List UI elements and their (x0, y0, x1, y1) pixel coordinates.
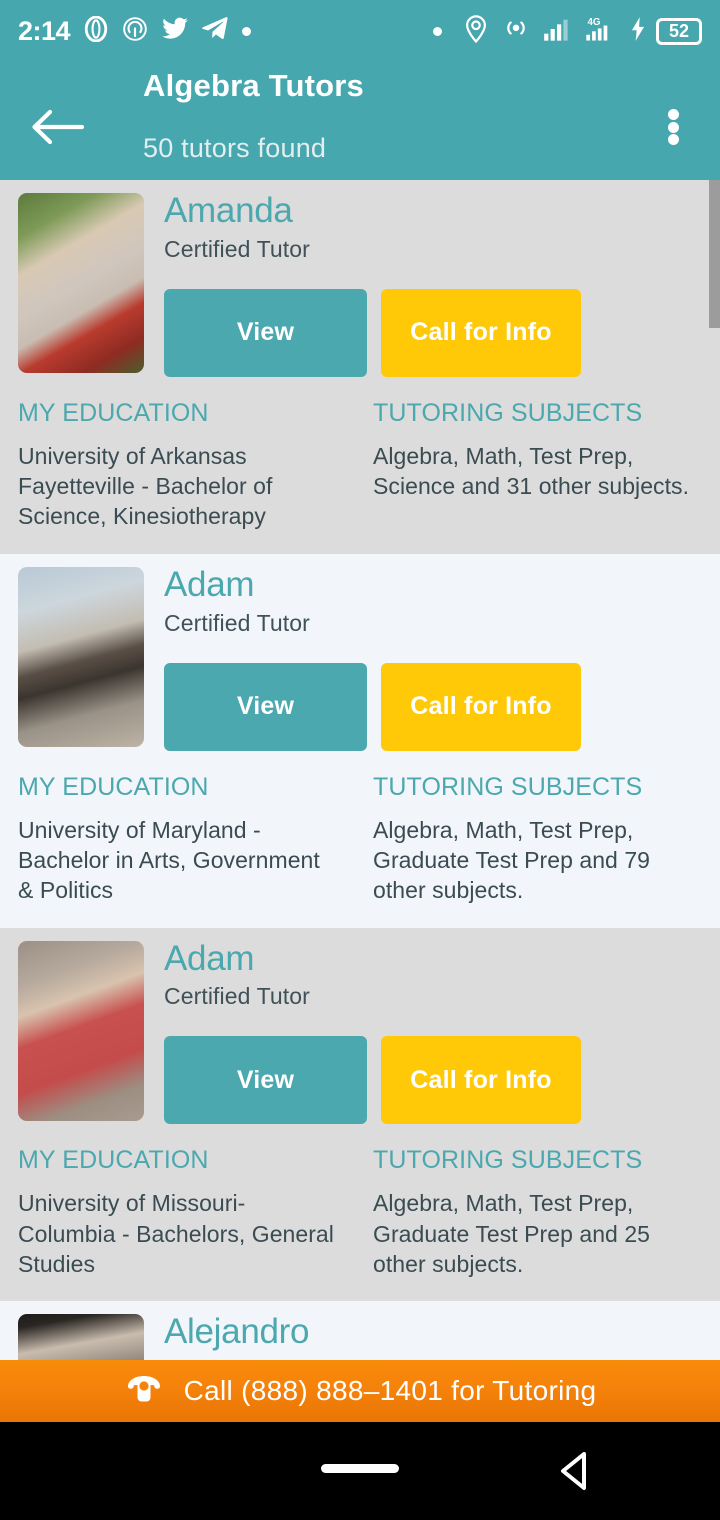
tutor-avatar (18, 1314, 144, 1360)
opera-icon (83, 15, 109, 47)
telegram-icon (202, 16, 229, 46)
call-for-info-button[interactable]: Call for Info (381, 662, 581, 751)
tutor-actions: View Call for Info (164, 263, 702, 377)
tutor-card[interactable]: Adam Certified Tutor View Call for Info … (0, 927, 720, 1302)
tutor-role: Certified Tutor (164, 983, 310, 1010)
tutor-name: Adam (164, 564, 255, 604)
education-column: MY EDUCATION University of Missouri-Colu… (18, 1146, 353, 1279)
subjects-heading: TUTORING SUBJECTS (373, 1146, 643, 1175)
tutor-card-header: Amanda Certified Tutor View Call for Inf… (0, 191, 720, 377)
twitter-icon (161, 17, 189, 46)
system-nav-bar (0, 1422, 720, 1520)
subjects-text: Algebra, Math, Test Prep, Science and 31… (373, 442, 690, 500)
more-vertical-icon-dot (667, 121, 679, 133)
subjects-column: TUTORING SUBJECTS Algebra, Math, Test Pr… (353, 1146, 702, 1279)
education-column: MY EDUCATION University of Arkansas Faye… (18, 399, 353, 532)
broadcast-icon (122, 16, 148, 47)
tutor-card-details: MY EDUCATION University of Arkansas Faye… (0, 377, 720, 554)
tutor-actions: View Call for Info (164, 1010, 702, 1125)
notification-dot-icon (242, 26, 252, 36)
subjects-heading: TUTORING SUBJECTS (373, 772, 643, 801)
tutor-avatar (18, 193, 144, 373)
tutor-card[interactable]: Amanda Certified Tutor View Call for Inf… (0, 180, 720, 554)
results-count: 50 tutors found (143, 133, 327, 163)
signal-4g-icon: 4G (584, 15, 614, 48)
app-bar-titles: Algebra Tutors 50 tutors found (143, 62, 364, 162)
location-pin-icon (463, 14, 489, 48)
svg-text:4G: 4G (587, 16, 600, 27)
tutor-card-header: Alejandro Certified Tutor View Call for … (0, 1314, 720, 1360)
tutor-card-details: MY EDUCATION University of Missouri-Colu… (0, 1124, 720, 1301)
status-dot-icon (433, 26, 442, 36)
tutor-avatar (18, 940, 144, 1121)
status-bar: 2:14 4G 52 (0, 0, 720, 62)
scrollbar-thumb[interactable] (709, 180, 720, 328)
tutor-actions: View Call for Info (164, 637, 702, 751)
status-bar-left: 2:14 (18, 15, 252, 47)
tutor-avatar (18, 566, 144, 747)
nav-back-triangle-icon[interactable] (552, 1448, 600, 1499)
subjects-text: Algebra, Math, Test Prep, Graduate Test … (373, 816, 651, 904)
back-button[interactable] (30, 106, 86, 148)
education-heading: MY EDUCATION (18, 1146, 209, 1175)
subjects-heading: TUTORING SUBJECTS (373, 398, 643, 427)
battery-level: 52 (668, 20, 690, 41)
charging-bolt-icon (627, 16, 649, 47)
tutor-name: Alejandro (164, 1312, 310, 1352)
tutor-card[interactable]: Adam Certified Tutor View Call for Info … (0, 553, 720, 928)
tutor-name: Amanda (164, 191, 293, 230)
education-heading: MY EDUCATION (18, 772, 209, 801)
subjects-text: Algebra, Math, Test Prep, Graduate Test … (373, 1190, 651, 1278)
tutor-info: Adam Certified Tutor View Call for Info (144, 564, 702, 751)
status-time: 2:14 (18, 15, 71, 46)
education-heading: MY EDUCATION (18, 398, 209, 427)
tutor-role: Certified Tutor (164, 1351, 702, 1360)
call-bar-text: Call (888) 888–1401 for Tutoring (183, 1375, 597, 1406)
call-for-info-button[interactable]: Call for Info (381, 288, 581, 377)
tutor-card-header: Adam Certified Tutor View Call for Info (0, 564, 720, 751)
tutor-info: Alejandro Certified Tutor View Call for … (144, 1314, 702, 1360)
app-bar: Algebra Tutors 50 tutors found (0, 62, 720, 180)
more-vertical-icon-dot (667, 134, 679, 145)
tutor-card[interactable]: Alejandro Certified Tutor View Call for … (0, 1301, 720, 1360)
view-button[interactable]: View (164, 288, 367, 377)
phone-screen: 2:14 4G 52 Algebra Tutors 50 tutors foun… (0, 0, 720, 1520)
tutor-role: Certified Tutor (164, 235, 310, 262)
view-button[interactable]: View (164, 662, 367, 751)
tutor-info: Amanda Certified Tutor View Call for Inf… (144, 191, 702, 377)
tutor-card-header: Adam Certified Tutor View Call for Info (0, 938, 720, 1125)
tutor-role: Certified Tutor (164, 609, 310, 636)
education-text: University of Maryland - Bachelor in Art… (18, 816, 320, 904)
battery-indicator: 52 (656, 17, 702, 45)
tutor-card-details: MY EDUCATION University of Maryland - Ba… (0, 751, 720, 928)
telephone-icon (124, 1372, 164, 1411)
call-for-info-button[interactable]: Call for Info (381, 1036, 581, 1125)
status-bar-right: 4G 52 (433, 14, 702, 48)
subjects-column: TUTORING SUBJECTS Algebra, Math, Test Pr… (353, 773, 702, 906)
tutor-info: Adam Certified Tutor View Call for Info (144, 938, 702, 1125)
subjects-column: TUTORING SUBJECTS Algebra, Math, Test Pr… (353, 399, 702, 532)
education-text: University of Arkansas Fayetteville - Ba… (18, 442, 273, 530)
tutor-list[interactable]: Amanda Certified Tutor View Call for Inf… (0, 180, 720, 1360)
home-pill-icon[interactable] (321, 1464, 399, 1473)
education-text: University of Missouri-Columbia - Bachel… (18, 1190, 334, 1278)
hotspot-icon (502, 16, 530, 47)
more-vertical-icon-dot (667, 109, 679, 120)
signal-bars-icon (543, 16, 571, 47)
call-for-tutoring-bar[interactable]: Call (888) 888–1401 for Tutoring (0, 1360, 720, 1422)
education-column: MY EDUCATION University of Maryland - Ba… (18, 773, 353, 906)
overflow-menu-button[interactable] (656, 106, 690, 148)
tutor-name: Adam (164, 938, 255, 978)
page-title: Algebra Tutors (143, 68, 364, 103)
view-button[interactable]: View (164, 1036, 367, 1125)
